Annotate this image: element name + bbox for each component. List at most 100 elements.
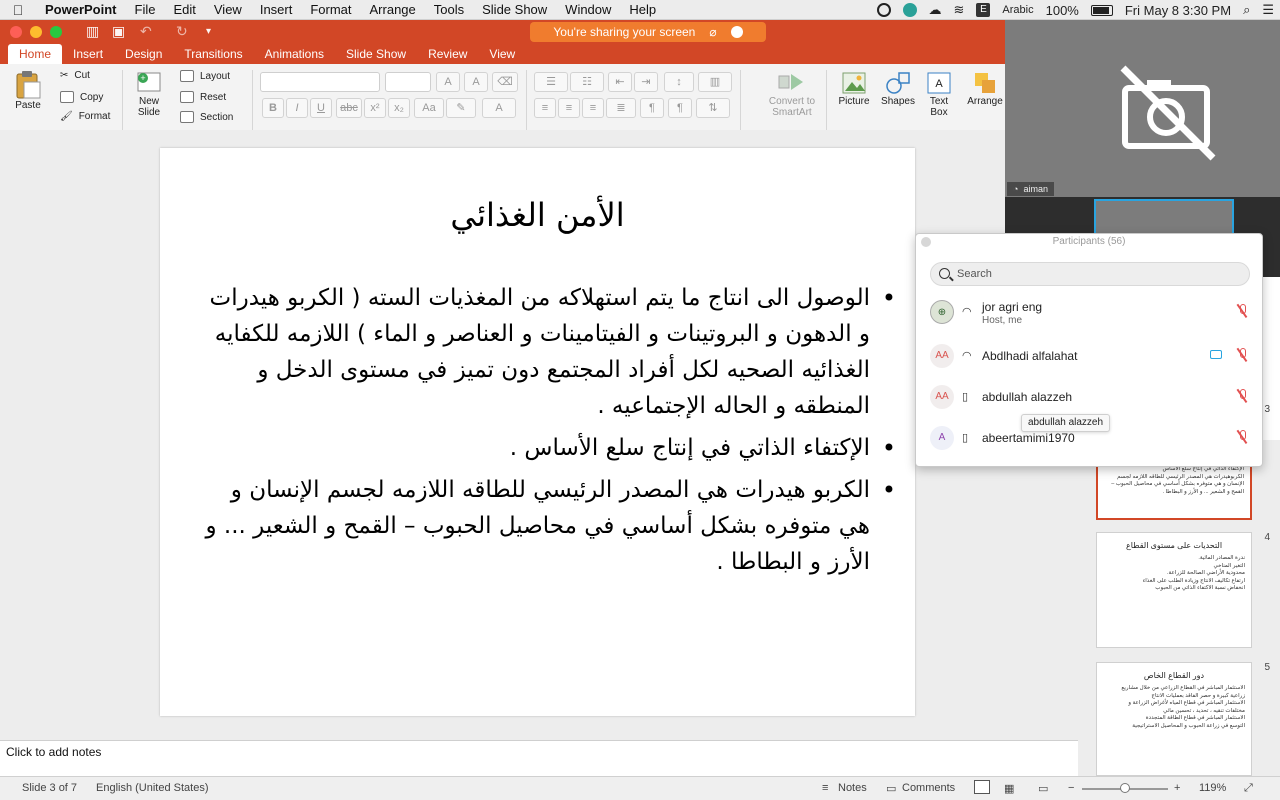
- tab-insert[interactable]: Insert: [62, 44, 114, 64]
- menu-insert[interactable]: Insert: [251, 2, 302, 17]
- muted-mic-icon[interactable]: [1238, 389, 1246, 403]
- copy-button[interactable]: Copy: [60, 91, 103, 103]
- new-slide-button[interactable]: + New Slide: [130, 70, 168, 118]
- align-center-icon[interactable]: ≡: [558, 98, 580, 118]
- zoom-out-icon[interactable]: −: [1068, 782, 1074, 794]
- convert-smartart-button[interactable]: Convert to SmartArt: [764, 70, 820, 118]
- superscript-icon[interactable]: x²: [364, 98, 386, 118]
- notes-toggle-icon[interactable]: ≡: [822, 782, 828, 794]
- font-size-field[interactable]: [385, 72, 431, 92]
- font-name-field[interactable]: [260, 72, 380, 92]
- format-painter-button[interactable]: 🖌 Format: [60, 111, 110, 122]
- battery-icon[interactable]: [1090, 4, 1113, 16]
- ltr-icon[interactable]: ¶: [640, 98, 664, 118]
- menu-slide-show[interactable]: Slide Show: [473, 2, 556, 17]
- muted-mic-icon[interactable]: [1238, 304, 1246, 318]
- bold-icon[interactable]: B: [262, 98, 284, 118]
- tab-transitions[interactable]: Transitions: [173, 44, 253, 64]
- participant-row[interactable]: AA ◠ Abdlhadi alfalahat: [916, 336, 1262, 376]
- slide[interactable]: الأمن الغذائي الوصول الى انتاج ما يتم اس…: [160, 148, 915, 716]
- italic-icon[interactable]: I: [286, 98, 308, 118]
- notes-pane[interactable]: Click to add notes: [0, 740, 1078, 776]
- menu-tools[interactable]: Tools: [425, 2, 473, 17]
- slide-title[interactable]: الأمن الغذائي: [160, 196, 915, 234]
- zoom-level[interactable]: 119%: [1199, 782, 1226, 794]
- muted-mic-icon[interactable]: [1238, 430, 1246, 444]
- tab-animations[interactable]: Animations: [254, 44, 335, 64]
- line-spacing-icon[interactable]: ↕: [664, 72, 694, 92]
- input-source-icon[interactable]: E: [976, 3, 991, 17]
- rtl-icon[interactable]: ¶: [668, 98, 692, 118]
- zoom-slider-thumb[interactable]: [1120, 783, 1130, 793]
- slide-bullet[interactable]: الوصول الى انتاج ما يتم استهلاكه من المغ…: [200, 280, 896, 424]
- cloud-icon[interactable]: ☁: [929, 2, 942, 18]
- columns-icon[interactable]: ▥: [698, 72, 732, 92]
- battery-percent[interactable]: 100%: [1046, 3, 1079, 18]
- grow-font-icon[interactable]: A: [436, 72, 460, 92]
- stop-share-icon[interactable]: [730, 26, 743, 38]
- decrease-indent-icon[interactable]: ⇤: [608, 72, 632, 92]
- wifi-icon[interactable]: ≋: [954, 2, 965, 18]
- layout-button[interactable]: Layout: [180, 70, 230, 82]
- bullets-icon[interactable]: ☰: [534, 72, 568, 92]
- text-box-button[interactable]: A Text Box: [922, 70, 956, 118]
- tab-home[interactable]: Home: [8, 44, 63, 64]
- pause-share-icon[interactable]: ⌀: [709, 25, 716, 39]
- change-case-icon[interactable]: Aa: [414, 98, 444, 118]
- muted-mic-icon[interactable]: [1238, 348, 1246, 362]
- slide-bullet[interactable]: الكربو هيدرات هي المصدر الرئيسي للطاقه ا…: [200, 472, 896, 580]
- shrink-font-icon[interactable]: A: [464, 72, 488, 92]
- notification-center-icon[interactable]: ☰: [1262, 2, 1274, 18]
- redo-icon[interactable]: ↻: [176, 23, 188, 40]
- zoom-window-button[interactable]: [50, 26, 62, 38]
- tab-design[interactable]: Design: [114, 44, 173, 64]
- justify-icon[interactable]: ≣: [606, 98, 636, 118]
- video-camera-icon[interactable]: [1210, 350, 1222, 359]
- tab-review[interactable]: Review: [417, 44, 478, 64]
- text-direction-icon[interactable]: ⇅: [696, 98, 730, 118]
- thumbnail-slide-3[interactable]: الإكتفاء الذاتي في إنتاج سلع الأساس الكر…: [1096, 460, 1252, 520]
- input-source-label[interactable]: Arabic: [1002, 4, 1033, 16]
- clock[interactable]: Fri May 8 3:30 PM: [1125, 3, 1231, 18]
- reset-button[interactable]: Reset: [180, 91, 226, 103]
- comments-toggle-label[interactable]: Comments: [902, 782, 955, 794]
- notes-toggle-label[interactable]: Notes: [838, 782, 867, 794]
- status-circle-icon[interactable]: [876, 3, 891, 17]
- menu-window[interactable]: Window: [556, 2, 620, 17]
- align-right-icon[interactable]: ≡: [582, 98, 604, 118]
- participant-search-input[interactable]: Search: [930, 262, 1250, 286]
- highlight-icon[interactable]: ✎: [446, 98, 476, 118]
- close-participants-button[interactable]: [921, 237, 931, 247]
- menu-view[interactable]: View: [205, 2, 251, 17]
- zoom-status-icon[interactable]: [902, 3, 917, 17]
- customize-toolbar-icon[interactable]: ▾: [206, 26, 211, 37]
- screen-sharing-banner[interactable]: You're sharing your screen ⌀: [530, 22, 766, 42]
- save-icon[interactable]: ▣: [112, 23, 125, 40]
- thumbnail-slide-5[interactable]: دور القطاع الخاص الاستثمار المباشر في ال…: [1096, 662, 1252, 776]
- slide-body[interactable]: الوصول الى انتاج ما يتم استهلاكه من المغ…: [200, 280, 896, 580]
- font-color-icon[interactable]: A: [482, 98, 516, 118]
- strikethrough-icon[interactable]: abc: [336, 98, 362, 118]
- menu-help[interactable]: Help: [620, 2, 665, 17]
- spotlight-icon[interactable]: ⌕: [1243, 2, 1250, 18]
- align-left-icon[interactable]: ≡: [534, 98, 556, 118]
- section-button[interactable]: Section: [180, 111, 233, 123]
- underline-icon[interactable]: U: [310, 98, 332, 118]
- normal-view-icon[interactable]: [974, 780, 990, 794]
- subscript-icon[interactable]: x₂: [388, 98, 410, 118]
- arrange-button[interactable]: Arrange: [966, 70, 1004, 107]
- menu-app-name[interactable]: PowerPoint: [36, 2, 126, 17]
- numbering-icon[interactable]: ☷: [570, 72, 604, 92]
- participant-row[interactable]: AA ▯ abdullah alazzeh: [916, 377, 1262, 417]
- participant-row[interactable]: ⊕ ◠ jor agri eng Host, me: [916, 292, 1262, 332]
- increase-indent-icon[interactable]: ⇥: [634, 72, 658, 92]
- paste-button[interactable]: Paste: [8, 70, 48, 111]
- reading-view-icon[interactable]: ▭: [1038, 782, 1048, 795]
- comments-icon[interactable]: ▭: [886, 782, 896, 795]
- fit-to-window-icon[interactable]: ⤢: [1244, 782, 1253, 795]
- zoom-in-icon[interactable]: +: [1174, 782, 1180, 794]
- tab-view[interactable]: View: [478, 44, 526, 64]
- picture-button[interactable]: Picture: [834, 70, 874, 107]
- shapes-button[interactable]: Shapes: [878, 70, 918, 107]
- apple-menu-icon[interactable]: : [0, 2, 36, 18]
